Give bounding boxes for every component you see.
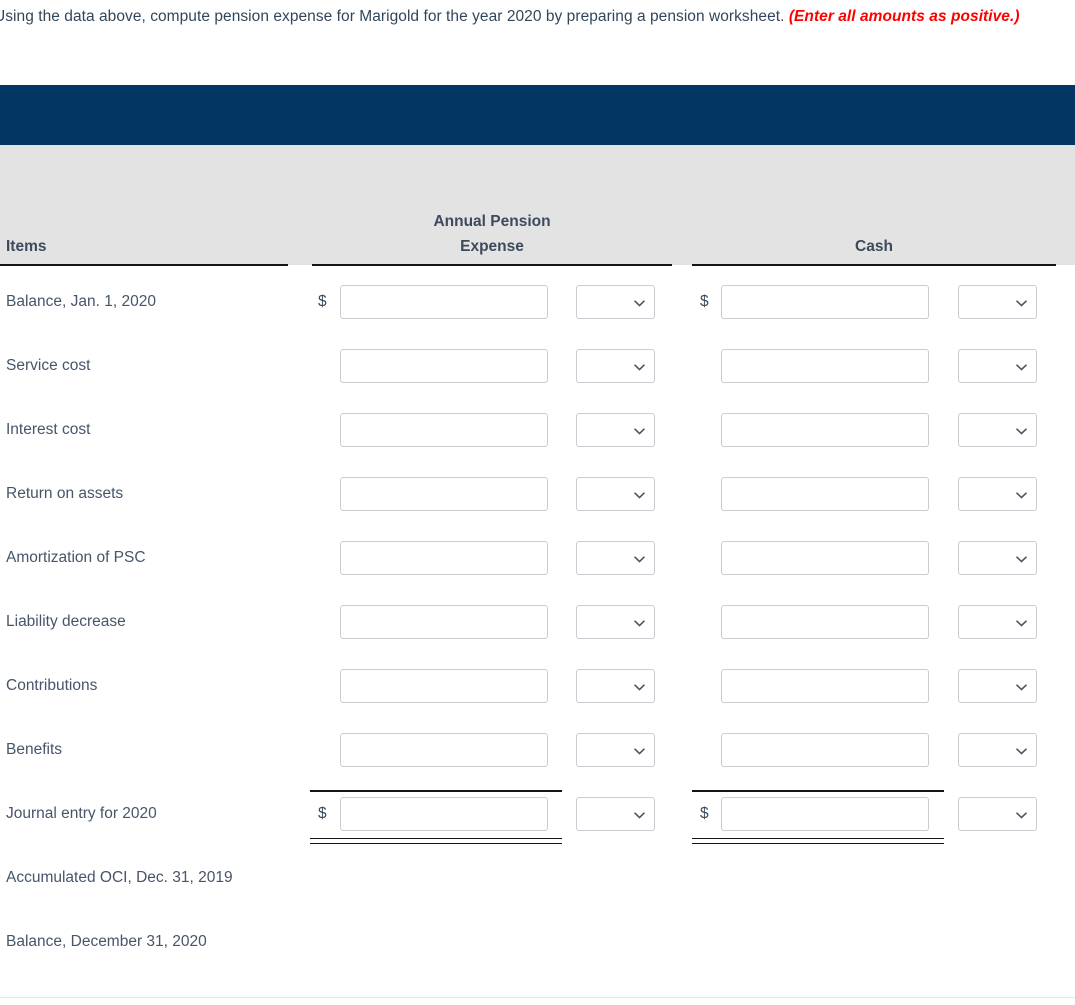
account-select-cash[interactable] — [958, 477, 1037, 511]
account-select-cash[interactable] — [958, 669, 1037, 703]
account-select-ape[interactable] — [576, 669, 655, 703]
account-select-cash[interactable] — [958, 797, 1037, 831]
worksheet-row: Balance, Jan. 1, 2020 $ $ — [0, 270, 1075, 334]
account-select-ape[interactable] — [576, 605, 655, 639]
amount-input-ape[interactable] — [340, 285, 548, 319]
bottom-divider — [0, 997, 1075, 998]
chevron-down-icon — [1016, 554, 1027, 565]
amount-input-ape[interactable] — [340, 605, 548, 639]
chevron-down-icon — [634, 362, 645, 373]
chevron-down-icon — [634, 746, 645, 757]
total-rule-double-cash — [692, 838, 944, 844]
chevron-down-icon — [1016, 810, 1027, 821]
column-header-annual-pension-expense: Annual Pension Expense — [312, 209, 672, 259]
row-label: Balance, December 31, 2020 — [6, 933, 207, 950]
total-rule-double-ape — [310, 838, 562, 844]
amount-input-cash[interactable] — [721, 797, 929, 831]
row-label: Balance, Jan. 1, 2020 — [6, 293, 156, 310]
account-select-ape[interactable] — [576, 413, 655, 447]
row-label: Liability decrease — [6, 613, 126, 630]
account-select-ape[interactable] — [576, 349, 655, 383]
column-header-annual-pension-expense-line2: Expense — [460, 238, 524, 255]
amount-input-ape[interactable] — [340, 733, 548, 767]
amount-input-cash[interactable] — [721, 733, 929, 767]
chevron-down-icon — [1016, 618, 1027, 629]
chevron-down-icon — [1016, 746, 1027, 757]
row-label: Interest cost — [6, 421, 91, 438]
amount-input-cash[interactable] — [721, 477, 929, 511]
worksheet-row: Contributions — [0, 654, 1075, 718]
amount-input-cash[interactable] — [721, 541, 929, 575]
chevron-down-icon — [634, 490, 645, 501]
row-label: Journal entry for 2020 — [6, 805, 157, 822]
amount-input-cash[interactable] — [721, 349, 929, 383]
row-label: Service cost — [6, 357, 91, 374]
worksheet-row: Liability decrease — [0, 590, 1075, 654]
account-select-cash[interactable] — [958, 285, 1037, 319]
account-select-cash[interactable] — [958, 541, 1037, 575]
worksheet-row: Balance, December 31, 2020 — [0, 910, 1075, 974]
chevron-down-icon — [1016, 426, 1027, 437]
worksheet-row: Accumulated OCI, Dec. 31, 2019 — [0, 846, 1075, 910]
worksheet-row: Interest cost — [0, 398, 1075, 462]
row-label: Amortization of PSC — [6, 549, 146, 566]
chevron-down-icon — [634, 810, 645, 821]
chevron-down-icon — [634, 618, 645, 629]
chevron-down-icon — [634, 426, 645, 437]
column-rule-cash — [692, 264, 1056, 266]
amount-input-ape[interactable] — [340, 669, 548, 703]
account-select-ape[interactable] — [576, 285, 655, 319]
account-select-cash[interactable] — [958, 349, 1037, 383]
account-select-ape[interactable] — [576, 477, 655, 511]
chevron-down-icon — [634, 554, 645, 565]
amount-input-cash[interactable] — [721, 413, 929, 447]
amount-input-ape[interactable] — [340, 413, 548, 447]
amount-input-ape[interactable] — [340, 349, 548, 383]
column-rule-annual-pension-expense — [312, 264, 672, 266]
amount-input-cash[interactable] — [721, 285, 929, 319]
total-rule-top-cash — [692, 790, 944, 792]
worksheet-row: Service cost — [0, 334, 1075, 398]
chevron-down-icon — [1016, 490, 1027, 501]
prompt-emphasis: (Enter all amounts as positive.) — [788, 8, 1020, 25]
account-select-cash[interactable] — [958, 733, 1037, 767]
row-label: Accumulated OCI, Dec. 31, 2019 — [6, 869, 233, 886]
currency-symbol-ape: $ — [318, 293, 327, 310]
column-header-items: Items — [6, 238, 47, 255]
column-rule-items — [0, 264, 288, 266]
prompt-text: Using the data above, compute pension ex… — [0, 8, 789, 25]
total-rule-top-ape — [310, 790, 562, 792]
worksheet-row: Return on assets — [0, 462, 1075, 526]
amount-input-ape[interactable] — [340, 477, 548, 511]
amount-input-ape[interactable] — [340, 541, 548, 575]
amount-input-ape[interactable] — [340, 797, 548, 831]
chevron-down-icon — [1016, 682, 1027, 693]
worksheet-row: Benefits — [0, 718, 1075, 782]
row-label: Benefits — [6, 741, 63, 758]
amount-input-cash[interactable] — [721, 605, 929, 639]
amount-input-cash[interactable] — [721, 669, 929, 703]
account-select-ape[interactable] — [576, 733, 655, 767]
chevron-down-icon — [1016, 362, 1027, 373]
column-header-annual-pension-expense-line1: Annual Pension — [433, 213, 551, 230]
account-select-cash[interactable] — [958, 605, 1037, 639]
chevron-down-icon — [634, 682, 645, 693]
worksheet-title-bar — [0, 85, 1075, 145]
worksheet-row: Amortization of PSC — [0, 526, 1075, 590]
row-label: Return on assets — [6, 485, 124, 502]
currency-symbol-cash: $ — [700, 293, 709, 310]
account-select-ape[interactable] — [576, 541, 655, 575]
column-header-cash: Cash — [855, 238, 893, 255]
account-select-ape[interactable] — [576, 797, 655, 831]
row-label: Contributions — [6, 677, 98, 694]
chevron-down-icon — [1016, 298, 1027, 309]
account-select-cash[interactable] — [958, 413, 1037, 447]
chevron-down-icon — [634, 298, 645, 309]
question-prompt: Using the data above, compute pension ex… — [0, 4, 1024, 29]
